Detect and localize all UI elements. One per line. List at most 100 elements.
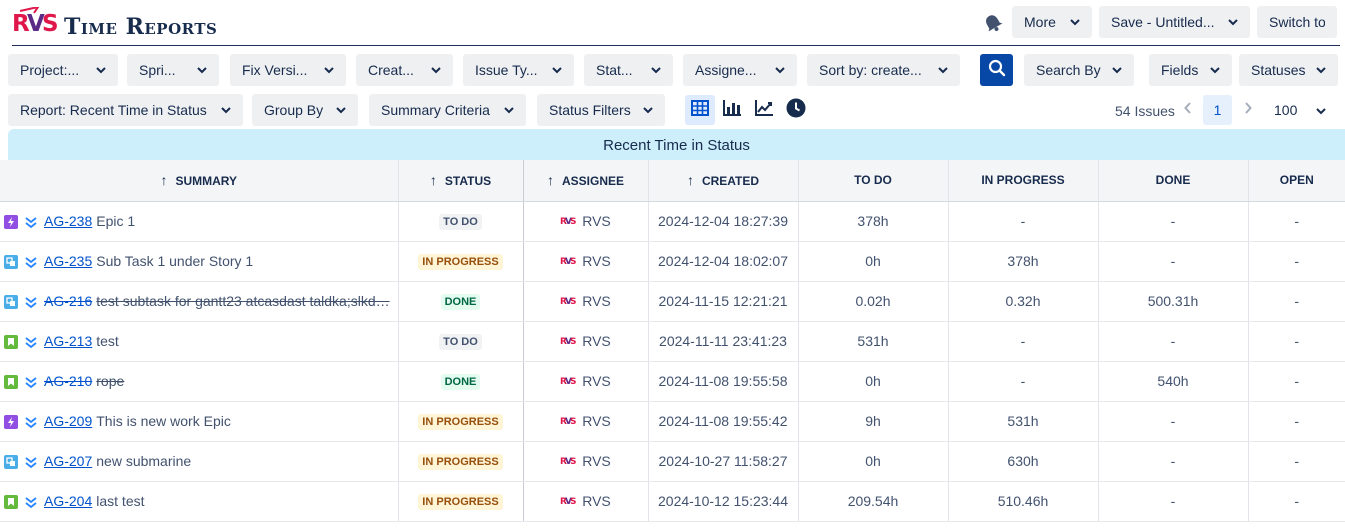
chevron-down-icon — [1228, 17, 1238, 27]
status-filter[interactable]: Stat... — [584, 54, 673, 86]
bell-icon[interactable] — [982, 12, 1004, 34]
in-progress-time-cell: 630h — [948, 441, 1099, 482]
issue-key-link[interactable]: AG-209 — [44, 413, 92, 429]
report-dropdown[interactable]: Report: Recent Time in Status — [8, 94, 243, 126]
column-header-summary[interactable]: ↑ Summary — [0, 160, 399, 202]
todo-time-cell: 209.54h — [798, 481, 949, 522]
summary-cell: AG-216 test subtask for gantt23 atcasdast… — [0, 281, 399, 322]
project-filter[interactable]: Project:... — [8, 54, 118, 86]
search-by-dropdown[interactable]: Search By — [1024, 54, 1134, 86]
story-type-icon — [4, 375, 18, 390]
table-row[interactable]: AG-213 test TO DO R V S RVS 2024-11-11 23:41:23… — [0, 321, 1345, 362]
page-number-button[interactable]: 1 — [1203, 95, 1232, 125]
issue-key-link[interactable]: AG-216 — [44, 293, 92, 309]
table-row[interactable]: AG-210 rope DONE R V S RVS 2024-11-08 19:55:58 0… — [0, 361, 1345, 402]
more-button[interactable]: More — [1012, 6, 1092, 38]
issue-key-link[interactable]: AG-235 — [44, 253, 92, 269]
app-title: Time Reports — [64, 14, 218, 40]
assignee-filter[interactable]: Assigne... — [683, 54, 797, 86]
table-row[interactable]: AG-216 test subtask for gantt23 atcasdast… — [0, 281, 1345, 322]
priority-lowest-icon — [24, 335, 38, 349]
group-by-dropdown[interactable]: Group By — [252, 94, 358, 126]
issue-type-filter[interactable]: Issue Ty... — [463, 54, 574, 86]
chevron-down-icon — [336, 105, 346, 115]
sort-by-dropdown[interactable]: Sort by: create... — [807, 54, 960, 86]
column-header-open[interactable]: Open — [1248, 160, 1345, 202]
issue-key-link[interactable]: AG-213 — [44, 333, 92, 349]
status-lozenge: DONE — [440, 374, 481, 390]
chevron-down-icon — [1210, 65, 1220, 75]
table-row[interactable]: AG-209 This is new work Epic IN PROGRESS R V… — [0, 401, 1345, 442]
issue-summary: This is new work Epic — [96, 412, 231, 429]
page-size-select[interactable]: 100 — [1262, 95, 1334, 125]
table-view-button[interactable] — [685, 95, 715, 125]
assignee-name: RVS — [582, 413, 611, 429]
open-time-cell: - — [1248, 401, 1345, 442]
next-page-button[interactable] — [1238, 99, 1258, 121]
sort-by-label: Sort by: create... — [819, 62, 922, 78]
fields-dropdown[interactable]: Fields — [1149, 54, 1232, 86]
created-cell: 2024-12-04 18:02:07 — [648, 241, 799, 282]
switch-to-button[interactable]: Switch to — [1257, 6, 1337, 38]
status-lozenge: IN PROGRESS — [418, 254, 503, 270]
open-header-label: Open — [1279, 173, 1314, 188]
subtask-type-icon — [4, 455, 18, 470]
assignee-avatar: RVS — [560, 373, 576, 389]
chevron-down-icon — [96, 65, 106, 75]
previous-page-button[interactable] — [1178, 99, 1198, 121]
todo-time-cell: 378h — [798, 201, 949, 242]
svg-text:S: S — [570, 297, 576, 306]
assignee-cell: R V S RVS — [523, 281, 649, 322]
statuses-dropdown[interactable]: Statuses — [1239, 54, 1338, 86]
status-cell: IN PROGRESS — [398, 481, 524, 522]
issue-key-link[interactable]: AG-207 — [44, 453, 92, 469]
column-header-assignee[interactable]: ↑ Assignee — [523, 160, 649, 202]
column-header-in-progress[interactable]: In Progress — [948, 160, 1099, 202]
status-filters-label: Status Filters — [549, 102, 631, 118]
line-chart-button[interactable] — [749, 95, 779, 125]
column-header-created[interactable]: ↑ Created — [648, 160, 799, 202]
table-row[interactable]: AG-238 Epic 1 TO DO R V S RVS 2024-12-04 18:27:… — [0, 201, 1345, 242]
created-filter[interactable]: Creat... — [356, 54, 453, 86]
search-button[interactable] — [980, 54, 1013, 86]
assignee-name: RVS — [582, 493, 611, 509]
summary-criteria-dropdown[interactable]: Summary Criteria — [369, 94, 526, 126]
fields-label: Fields — [1161, 62, 1199, 78]
svg-text:S: S — [570, 377, 576, 386]
time-view-button[interactable] — [781, 95, 811, 125]
in-progress-time-cell: 0.32h — [948, 281, 1099, 322]
status-filters-dropdown[interactable]: Status Filters — [537, 94, 665, 126]
bar-chart-button[interactable] — [717, 95, 747, 125]
created-header-label: Created — [701, 174, 760, 189]
assignee-avatar: RVS — [560, 413, 576, 429]
table-view-icon — [691, 99, 709, 121]
created-cell: 2024-11-15 12:21:21 — [648, 281, 799, 322]
todo-time-cell: 9h — [798, 401, 949, 442]
fix-version-filter[interactable]: Fix Versi... — [230, 54, 346, 86]
page-size-value: 100 — [1274, 102, 1298, 118]
column-header-status[interactable]: ↑ Status — [398, 160, 524, 202]
done-time-cell: - — [1098, 201, 1249, 242]
issue-summary: rope — [96, 372, 125, 389]
save-button[interactable]: Save - Untitled... — [1099, 6, 1250, 38]
sprint-filter[interactable]: Spri... — [127, 54, 219, 86]
table-row[interactable]: AG-207 new submarine IN PROGRESS R V S RVS 2024… — [0, 441, 1345, 482]
column-header-done[interactable]: Done — [1098, 160, 1249, 202]
svg-text:S: S — [42, 11, 58, 37]
table-row[interactable]: AG-235 Sub Task 1 under Story 1 IN PROGRES… — [0, 241, 1345, 282]
issue-key-link[interactable]: AG-210 — [44, 373, 92, 389]
issue-key-link[interactable]: AG-238 — [44, 213, 92, 229]
issue-summary: Epic 1 — [96, 212, 136, 229]
column-header-todo[interactable]: To Do — [798, 160, 949, 202]
assignee-name: RVS — [582, 373, 611, 389]
created-cell: 2024-11-08 19:55:58 — [648, 361, 799, 402]
statuses-label: Statuses — [1251, 62, 1306, 78]
table-row[interactable]: AG-204 last test IN PROGRESS R V S RVS 2024-10-… — [0, 481, 1345, 522]
report-label: Report: Recent Time in Status — [20, 102, 207, 118]
issue-key-link[interactable]: AG-204 — [44, 493, 92, 509]
assignee-avatar: RVS — [560, 293, 576, 309]
assignee-name: RVS — [582, 333, 611, 349]
priority-lowest-icon — [24, 215, 38, 229]
status-cell: IN PROGRESS — [398, 241, 524, 282]
priority-lowest-icon — [24, 295, 38, 309]
